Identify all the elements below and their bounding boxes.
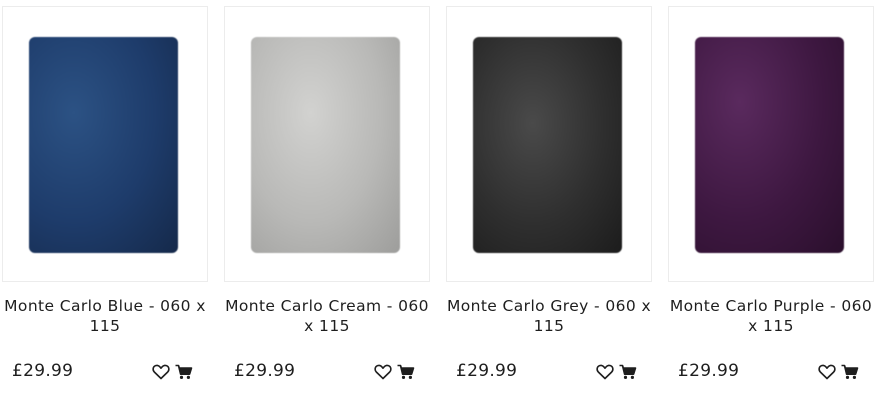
shopping-cart-icon[interactable] (175, 364, 193, 380)
product-image-frame[interactable] (446, 6, 652, 282)
product-title[interactable]: Monte Carlo Cream - 060 x 115 (224, 296, 430, 336)
product-image[interactable] (473, 37, 622, 253)
product-card[interactable]: Monte Carlo Cream - 060 x 115 £29.99 (224, 6, 430, 398)
product-price: £29.99 (234, 361, 296, 381)
shopping-cart-icon[interactable] (397, 364, 415, 380)
product-title[interactable]: Monte Carlo Grey - 060 x 115 (446, 296, 652, 336)
product-image-frame[interactable] (2, 6, 208, 282)
product-price: £29.99 (456, 361, 518, 381)
product-card[interactable]: Monte Carlo Purple - 060 x 115 £29.99 (668, 6, 874, 398)
product-card[interactable]: Monte Carlo Grey - 060 x 115 £29.99 (446, 6, 652, 398)
product-price: £29.99 (12, 361, 74, 381)
shopping-cart-icon[interactable] (619, 364, 637, 380)
product-title[interactable]: Monte Carlo Purple - 060 x 115 (668, 296, 874, 336)
product-image-frame[interactable] (668, 6, 874, 282)
heart-outline-icon[interactable] (596, 364, 614, 380)
product-image-frame[interactable] (224, 6, 430, 282)
product-title[interactable]: Monte Carlo Blue - 060 x 115 (2, 296, 208, 336)
shopping-cart-icon[interactable] (841, 364, 859, 380)
product-grid: Monte Carlo Blue - 060 x 115 £29.99 Mont… (0, 0, 879, 409)
product-price: £29.99 (678, 361, 740, 381)
heart-outline-icon[interactable] (152, 364, 170, 380)
product-image[interactable] (251, 37, 400, 253)
product-image[interactable] (695, 37, 844, 253)
product-card[interactable]: Monte Carlo Blue - 060 x 115 £29.99 (2, 6, 208, 398)
heart-outline-icon[interactable] (818, 364, 836, 380)
product-image[interactable] (29, 37, 178, 253)
heart-outline-icon[interactable] (374, 364, 392, 380)
